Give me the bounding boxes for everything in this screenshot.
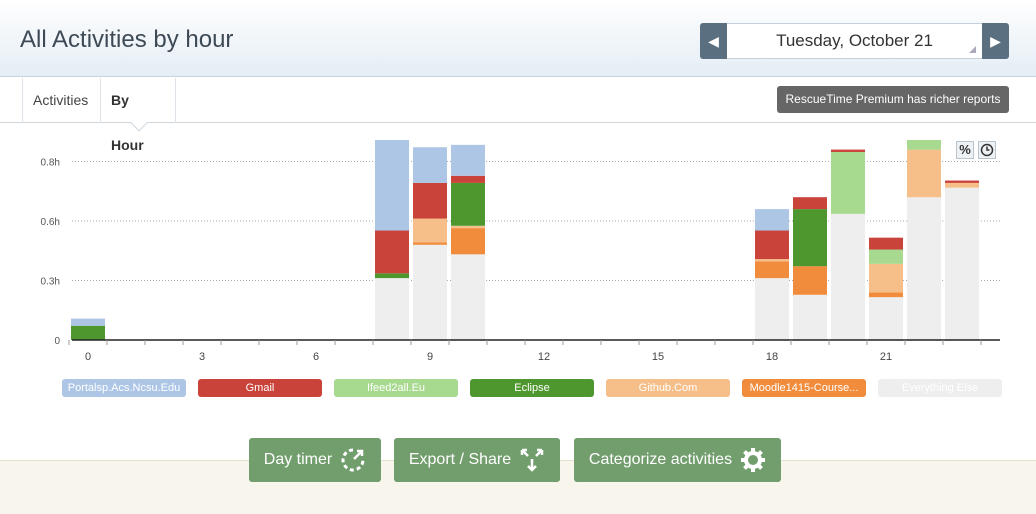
- bar-segment: [71, 325, 105, 340]
- bar-segment: [945, 180, 979, 183]
- legend-item-portalsp[interactable]: Portalsp.Acs.Ncsu.Edu: [62, 379, 186, 397]
- categorize-activities-button[interactable]: Categorize activities: [574, 438, 781, 482]
- bar-segment: [375, 273, 409, 279]
- bar-segment: [869, 237, 903, 250]
- legend-item-ifeed2all[interactable]: Ifeed2all.Eu: [334, 379, 458, 397]
- gear-icon: [740, 447, 766, 473]
- bar-segment: [451, 228, 485, 255]
- y-tick-label: 0.3h: [41, 277, 60, 288]
- premium-upsell-badge[interactable]: RescueTime Premium has richer reports: [777, 86, 1009, 113]
- x-tick-label: 21: [880, 351, 892, 363]
- x-tick-label: 6: [313, 351, 319, 363]
- legend-item-moodle[interactable]: Moodle1415-Course...: [742, 379, 866, 397]
- day-timer-button[interactable]: Day timer: [249, 438, 381, 482]
- bar-segment: [755, 259, 789, 262]
- hourly-activity-chart: 0 0.3h 0.6h 0.8h 0 3 6 9 12 15 18 21: [41, 140, 1000, 363]
- bar-segment: [755, 278, 789, 340]
- bar-segment: [451, 225, 485, 229]
- bar-segment: [869, 263, 903, 293]
- bar-segment: [907, 140, 941, 150]
- bar-segment: [755, 209, 789, 231]
- date-navigator: ◀ Tuesday, October 21 ▶: [700, 23, 1009, 59]
- resize-grip-icon: [969, 46, 976, 53]
- bar-segment: [451, 175, 485, 183]
- bar-segment: [413, 244, 447, 340]
- bar-segment: [831, 149, 865, 152]
- x-tick-label: 18: [766, 351, 778, 363]
- y-tick-label: 0.6h: [41, 217, 60, 228]
- legend-item-github[interactable]: Github.Com: [606, 379, 730, 397]
- categorize-activities-label: Categorize activities: [588, 451, 733, 468]
- bar-segment: [451, 144, 485, 176]
- bar-segment: [413, 218, 447, 243]
- bar-segment: [793, 294, 827, 340]
- share-icon: [519, 447, 545, 473]
- day-timer-label: Day timer: [263, 451, 333, 468]
- legend-item-everything-else[interactable]: Everything Else: [878, 379, 1002, 397]
- bar-segment: [945, 182, 979, 188]
- x-tick-label: 3: [199, 351, 205, 363]
- next-day-button[interactable]: ▶: [982, 23, 1009, 59]
- bar-segment: [869, 297, 903, 340]
- legend-item-eclipse[interactable]: Eclipse: [470, 379, 594, 397]
- y-tick-label: 0: [54, 336, 60, 347]
- bar-segment: [375, 230, 409, 274]
- x-tick-label: 12: [538, 351, 550, 363]
- legend-item-gmail[interactable]: Gmail: [198, 379, 322, 397]
- export-share-button[interactable]: Export / Share: [394, 438, 560, 482]
- page-title: All Activities by hour: [20, 26, 234, 53]
- tab-activities[interactable]: Activities: [22, 78, 100, 123]
- chevron-right-icon: ▶: [990, 32, 1001, 49]
- bar-segment: [869, 292, 903, 298]
- x-tick-label: 15: [652, 351, 664, 363]
- header-bar: All Activities by hour ◀ Tuesday, Octobe…: [0, 0, 1036, 77]
- chart-legend: Portalsp.Acs.Ncsu.Edu Gmail Ifeed2all.Eu…: [62, 379, 1014, 397]
- bar-segment: [831, 213, 865, 340]
- y-tick-label: 0.8h: [41, 158, 60, 169]
- export-share-label: Export / Share: [408, 451, 512, 468]
- bar-segment: [869, 249, 903, 264]
- x-tick-label: 9: [427, 351, 433, 363]
- bar-segment: [375, 140, 409, 231]
- bar-segment: [945, 187, 979, 340]
- chevron-left-icon: ◀: [708, 32, 719, 49]
- bar-segment: [907, 149, 941, 198]
- day-timer-icon: [340, 447, 366, 473]
- bar-segment: [413, 147, 447, 183]
- current-date: Tuesday, October 21: [776, 31, 933, 50]
- date-selector[interactable]: Tuesday, October 21: [727, 23, 982, 59]
- bar-segment: [413, 242, 447, 245]
- bar-segment: [793, 197, 827, 210]
- bar-segment: [413, 182, 447, 219]
- bar-segment: [755, 230, 789, 260]
- bar-segment: [375, 278, 409, 340]
- bar-segment: [71, 318, 105, 326]
- bar-segment: [793, 209, 827, 267]
- x-tick-label: 0: [85, 351, 91, 363]
- bar-segment: [831, 151, 865, 214]
- bar-segment: [451, 182, 485, 226]
- bar-segment: [907, 197, 941, 340]
- bar-segment: [451, 254, 485, 340]
- bar-segment: [755, 261, 789, 279]
- previous-day-button[interactable]: ◀: [700, 23, 727, 59]
- bar-segment: [793, 266, 827, 295]
